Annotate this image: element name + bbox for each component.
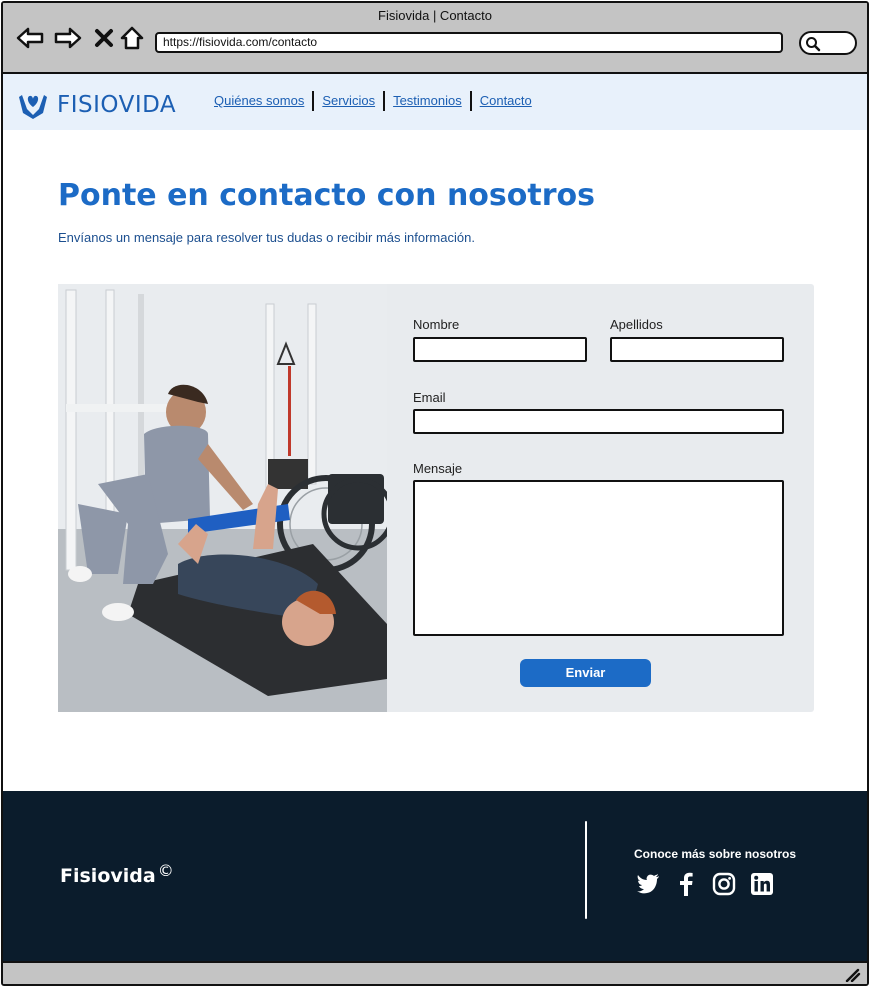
social-links <box>636 872 774 896</box>
footer-brand: Fisiovida © <box>60 861 174 887</box>
nav-divider <box>312 91 315 111</box>
window-title: Fisiovida | Contacto <box>378 8 492 23</box>
site-header: FISIOVIDA Quiénes somos Servicios Testim… <box>3 74 867 130</box>
site-footer: Fisiovida © Conoce más sobre nosotros <box>3 791 867 961</box>
resize-handle-icon[interactable] <box>845 968 861 982</box>
linkedin-icon[interactable] <box>750 872 774 896</box>
stop-button[interactable] <box>89 24 119 52</box>
logo[interactable]: FISIOVIDA <box>17 91 176 119</box>
twitter-icon[interactable] <box>636 872 660 896</box>
close-icon <box>95 29 113 47</box>
nav-link-testimonios[interactable]: Testimonios <box>387 91 468 111</box>
facebook-icon[interactable] <box>674 872 698 896</box>
logo-text: FISIOVIDA <box>57 92 177 118</box>
back-button[interactable] <box>15 24 45 52</box>
contact-form: Nombre Apellidos Email Mensaje Enviar <box>387 284 814 712</box>
home-icon <box>120 26 144 50</box>
message-textarea[interactable] <box>413 480 784 636</box>
nav-divider <box>383 91 386 111</box>
home-button[interactable] <box>117 24 147 52</box>
browser-search-button[interactable] <box>799 31 857 55</box>
address-bar[interactable]: https://fisiovida.com/contacto <box>155 32 783 53</box>
nav-divider <box>469 91 472 111</box>
nav-link-quienes-somos[interactable]: Quiénes somos <box>208 91 310 111</box>
nav-link-contacto[interactable]: Contacto <box>474 91 538 111</box>
search-icon <box>806 37 821 52</box>
email-field[interactable] <box>413 409 784 434</box>
nav-link-servicios[interactable]: Servicios <box>316 91 381 111</box>
physiotherapy-photo <box>58 284 387 712</box>
instagram-icon[interactable] <box>712 872 736 896</box>
footer-divider <box>585 821 587 919</box>
email-label: Email <box>413 390 446 405</box>
last-name-label: Apellidos <box>610 317 663 332</box>
page-subtitle: Envíanos un mensaje para resolver tus du… <box>58 230 475 245</box>
footer-brand-name: Fisiovida <box>60 865 156 887</box>
browser-statusbar <box>3 961 867 984</box>
first-name-label: Nombre <box>413 317 460 332</box>
first-name-field[interactable] <box>413 337 587 362</box>
submit-button[interactable]: Enviar <box>520 659 651 687</box>
arrow-left-icon <box>16 27 44 49</box>
last-name-field[interactable] <box>610 337 784 362</box>
footer-cta: Conoce más sobre nosotros <box>634 847 797 861</box>
hands-heart-icon <box>19 95 47 119</box>
browser-toolbar: Fisiovida | Contacto https://fisiovida.c… <box>3 3 867 74</box>
browser-window: Fisiovida | Contacto https://fisiovida.c… <box>1 1 869 986</box>
arrow-right-icon <box>54 27 82 49</box>
main-nav: Quiénes somos Servicios Testimonios Cont… <box>208 91 538 111</box>
copyright-symbol: © <box>157 861 174 880</box>
page-title: Ponte en contacto con nosotros <box>58 178 595 213</box>
forward-button[interactable] <box>53 24 83 52</box>
message-label: Mensaje <box>413 461 463 476</box>
